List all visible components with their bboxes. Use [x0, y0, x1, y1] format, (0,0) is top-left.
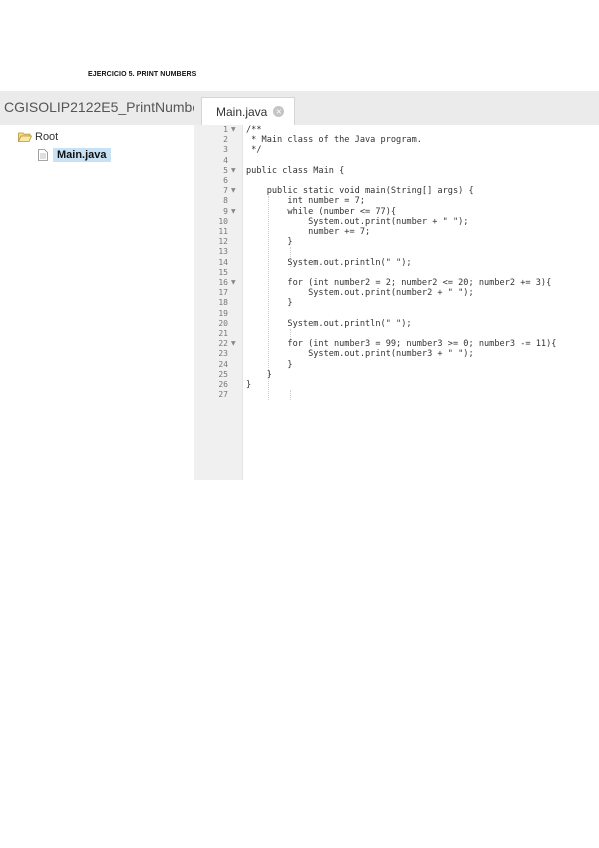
code-line: int number = 7; — [246, 196, 365, 207]
line-number: 9 — [223, 206, 228, 216]
line-number: 11 — [218, 227, 228, 236]
indent-guide — [290, 329, 291, 339]
code-line: } — [246, 237, 293, 248]
fold-arrow-icon[interactable]: ▼ — [231, 166, 236, 176]
line-number: 23 — [218, 349, 228, 359]
code-line: } — [246, 359, 293, 370]
tree-file-label: Main.java — [53, 148, 111, 162]
code-area[interactable]: /** * Main class of the Java program. */… — [246, 125, 596, 480]
tree-root[interactable]: Root — [18, 131, 58, 143]
line-number: 16 — [218, 278, 228, 287]
line-number: 24 — [218, 359, 228, 369]
line-number: 14 — [218, 257, 228, 267]
code-line: System.out.print(number3 + " "); — [246, 349, 474, 360]
line-number: 2 — [223, 135, 228, 145]
line-number: 8 — [223, 196, 228, 206]
tree-root-label: Root — [35, 131, 59, 143]
fold-arrow-icon[interactable]: ▼ — [231, 278, 236, 288]
code-line: System.out.print(number2 + " "); — [246, 288, 474, 299]
code-line: for (int number3 = 99; number3 >= 0; num… — [246, 339, 557, 350]
code-line: } — [246, 380, 252, 390]
line-number-gutter: 1 ▼ 2 3 4 5 ▼ 6 7 ▼ 8 9 ▼ 10 11 12 13 14 15 16 ▼ 17 18 19 20 21 22… — [194, 125, 243, 480]
fold-arrow-icon[interactable]: ▼ — [231, 186, 236, 196]
code-line: } — [246, 369, 272, 380]
line-number: 17 — [218, 288, 228, 298]
editor-tab-bar: Main.java × — [194, 91, 599, 125]
code-line: number += 7; — [246, 227, 371, 237]
file-icon — [38, 149, 48, 161]
code-line: for (int number2 = 2; number2 <= 20; num… — [246, 278, 552, 288]
line-number: 19 — [218, 308, 228, 318]
line-number: 18 — [218, 298, 228, 308]
line-number: 5 — [223, 165, 228, 175]
line-number: 1 — [223, 125, 228, 134]
tree-file-main[interactable]: Main.java — [38, 148, 111, 162]
line-number: 26 — [218, 380, 228, 389]
line-number: 6 — [223, 176, 228, 185]
code-line: } — [246, 298, 293, 309]
ide-window: CGISOLIP2122E5_PrintNumbers Root Main.ja… — [0, 91, 599, 480]
code-line: while (number <= 77){ — [246, 206, 397, 217]
tab-label: Main.java — [216, 104, 268, 119]
line-number: 15 — [218, 267, 228, 277]
file-tree: Root Main.java — [0, 125, 194, 480]
line-number: 20 — [218, 318, 228, 328]
line-number: 27 — [218, 390, 228, 400]
code-line: * Main class of the Java program. — [246, 135, 422, 146]
code-line: public class Main { — [246, 165, 345, 176]
indent-guide — [290, 390, 291, 400]
line-number: 7 — [223, 186, 228, 196]
line-number: 21 — [218, 329, 228, 338]
line-number: 13 — [218, 247, 228, 257]
code-line: */ — [246, 145, 262, 156]
tab-main-java[interactable]: Main.java × — [201, 97, 295, 125]
code-line: System.out.println(" "); — [246, 257, 412, 268]
line-number: 12 — [218, 237, 228, 247]
line-number: 22 — [218, 339, 228, 349]
exercise-heading: EJERCICIO 5. PRINT NUMBERS — [88, 71, 197, 78]
fold-arrow-icon[interactable]: ▼ — [231, 207, 236, 217]
code-line: System.out.println(" "); — [246, 318, 412, 329]
code-editor[interactable]: 1 ▼ 2 3 4 5 ▼ 6 7 ▼ 8 9 ▼ 10 11 12 13 14 15 16 ▼ 17 18 19 20 21 22… — [194, 125, 599, 480]
line-number: 25 — [218, 369, 228, 379]
folder-open-icon — [18, 132, 32, 142]
close-icon[interactable]: × — [273, 106, 285, 117]
fold-arrow-icon[interactable]: ▼ — [231, 339, 236, 349]
fold-arrow-icon[interactable]: ▼ — [231, 125, 236, 135]
code-line: /** — [246, 125, 262, 135]
project-title: CGISOLIP2122E5_PrintNumbers — [4, 99, 194, 115]
line-number: 4 — [223, 155, 228, 165]
project-header: CGISOLIP2122E5_PrintNumbers — [0, 91, 194, 125]
code-line: public static void main(String[] args) { — [246, 186, 474, 197]
line-number: 3 — [223, 145, 228, 155]
line-number: 10 — [218, 216, 228, 226]
code-line: System.out.print(number + " "); — [246, 216, 469, 227]
